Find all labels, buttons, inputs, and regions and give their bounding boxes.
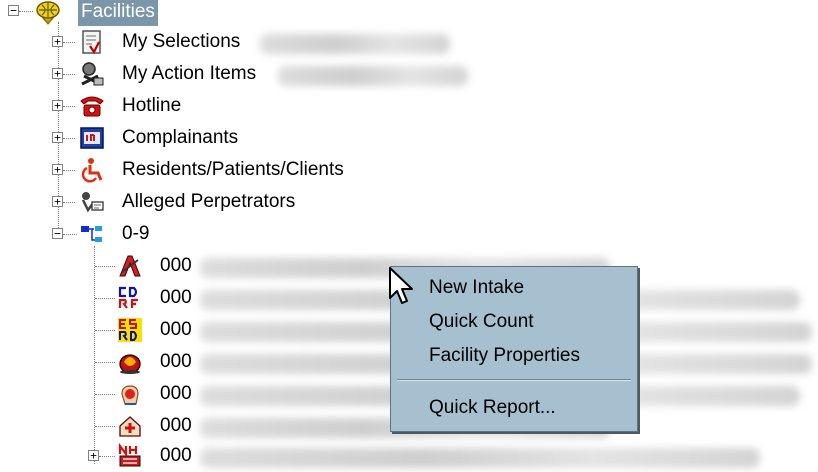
tree-node-hotline[interactable]: Hotline bbox=[0, 90, 300, 122]
facility-id-prefix[interactable]: 000 bbox=[160, 412, 192, 440]
wheelchair-icon bbox=[81, 158, 103, 183]
tree-connector bbox=[95, 266, 115, 267]
tree-connector bbox=[95, 298, 115, 299]
perpetrators-icon bbox=[81, 192, 104, 213]
menu-item-quick-count[interactable]: Quick Count bbox=[429, 309, 534, 335]
expand-toggle[interactable] bbox=[52, 36, 63, 47]
group-tree-icon bbox=[81, 226, 102, 242]
redacted-text bbox=[260, 34, 450, 54]
expand-toggle[interactable] bbox=[52, 100, 63, 111]
tree-connector bbox=[95, 362, 115, 363]
expand-toggle[interactable] bbox=[52, 196, 63, 207]
tree-connector bbox=[63, 234, 77, 235]
tree-node-residents-patients-clients[interactable]: Residents/Patients/Clients bbox=[0, 154, 400, 186]
telephone-icon bbox=[80, 96, 104, 117]
tree-node-label[interactable]: Residents/Patients/Clients bbox=[122, 156, 344, 184]
tree-node-label[interactable]: Facilities bbox=[78, 0, 158, 26]
tree-connector bbox=[63, 202, 75, 203]
facility-id-prefix[interactable]: 000 bbox=[160, 284, 192, 312]
facility-type-cross-icon bbox=[119, 416, 141, 437]
tree-node-label[interactable]: My Selections bbox=[122, 28, 240, 56]
tree-connector bbox=[95, 330, 115, 331]
mouse-pointer-icon bbox=[389, 267, 413, 304]
menu-item-quick-report[interactable]: Quick Report... bbox=[429, 395, 556, 421]
facility-id-prefix[interactable]: 000 bbox=[160, 442, 192, 470]
tree-node-label[interactable]: 0-9 bbox=[122, 220, 149, 248]
tree-node-facility-entry[interactable]: 000 bbox=[0, 440, 818, 472]
expand-toggle[interactable] bbox=[52, 132, 63, 143]
tree-node-label[interactable]: Hotline bbox=[122, 92, 181, 120]
selections-document-icon bbox=[82, 30, 101, 55]
tree-connector bbox=[99, 456, 115, 457]
redacted-text bbox=[200, 448, 760, 468]
collapse-toggle[interactable] bbox=[8, 5, 19, 16]
collapse-toggle[interactable] bbox=[52, 228, 63, 239]
facility-type-hand-icon bbox=[121, 385, 139, 405]
tree-node-my-selections[interactable]: My Selections bbox=[0, 26, 460, 58]
complainants-card-icon bbox=[80, 127, 104, 149]
tree-node-label[interactable]: My Action Items bbox=[122, 60, 256, 88]
action-items-icon bbox=[81, 62, 104, 86]
tree-connector bbox=[19, 11, 33, 12]
redacted-text bbox=[278, 66, 468, 86]
facility-type-es-rd-icon bbox=[118, 318, 142, 342]
facility-globe-icon bbox=[36, 1, 60, 25]
tree-node-my-action-items[interactable]: My Action Items bbox=[0, 58, 480, 90]
tree-node-facilities[interactable]: Facilities bbox=[0, 0, 300, 28]
tree-node-0-9[interactable]: 0-9 bbox=[0, 218, 200, 250]
expand-toggle[interactable] bbox=[52, 68, 63, 79]
tree-connector bbox=[63, 138, 75, 139]
facility-id-prefix[interactable]: 000 bbox=[160, 348, 192, 376]
tree-node-label[interactable]: Alleged Perpetrators bbox=[122, 188, 295, 216]
tree-node-alleged-perpetrators[interactable]: Alleged Perpetrators bbox=[0, 186, 340, 218]
tree-connector bbox=[95, 426, 115, 427]
expand-toggle[interactable] bbox=[88, 450, 99, 461]
expand-toggle[interactable] bbox=[52, 164, 63, 175]
tree-connector bbox=[63, 106, 75, 107]
facility-type-cd-rf-icon bbox=[118, 286, 142, 309]
tree-node-label[interactable]: Complainants bbox=[122, 124, 238, 152]
facility-type-a-icon bbox=[119, 255, 141, 277]
tree-node-complainants[interactable]: Complainants bbox=[0, 122, 300, 154]
menu-separator bbox=[397, 379, 631, 381]
facility-id-prefix[interactable]: 000 bbox=[160, 316, 192, 344]
tree-connector bbox=[63, 42, 75, 43]
facility-type-fire-icon bbox=[119, 354, 141, 374]
facility-type-nh-icon bbox=[118, 442, 141, 467]
facility-id-prefix[interactable]: 000 bbox=[160, 380, 192, 408]
menu-item-new-intake[interactable]: New Intake bbox=[429, 275, 524, 301]
tree-connector bbox=[95, 394, 115, 395]
context-menu[interactable]: New Intake Quick Count Facility Properti… bbox=[390, 266, 638, 432]
tree-connector bbox=[63, 170, 75, 171]
facility-id-prefix[interactable]: 000 bbox=[160, 252, 192, 280]
menu-item-facility-properties[interactable]: Facility Properties bbox=[429, 343, 580, 369]
tree-connector bbox=[63, 74, 75, 75]
